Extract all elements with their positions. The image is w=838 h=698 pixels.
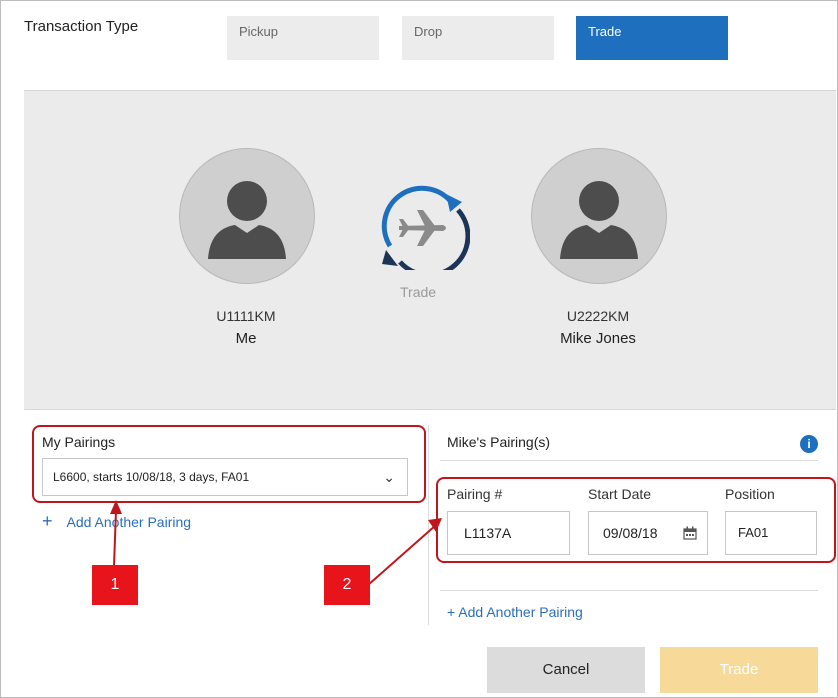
- callout-1: 1: [92, 565, 138, 605]
- cancel-button[interactable]: Cancel: [487, 647, 645, 693]
- callout-2: 2: [324, 565, 370, 605]
- trade-submit-button[interactable]: Trade: [660, 647, 818, 693]
